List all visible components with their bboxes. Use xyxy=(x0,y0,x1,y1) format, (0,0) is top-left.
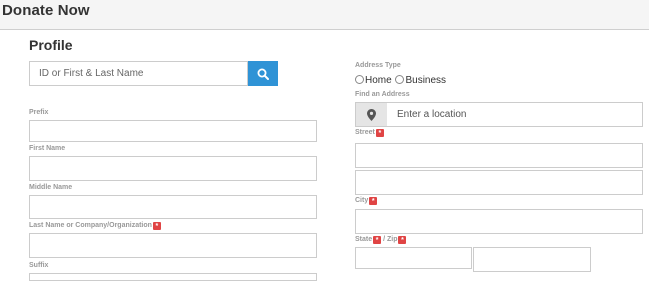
required-indicator: * xyxy=(373,236,382,244)
required-indicator: * xyxy=(398,236,407,244)
street-label-row: Street * xyxy=(355,129,384,137)
first-name-label: First Name xyxy=(29,145,66,152)
suffix-field[interactable] xyxy=(29,273,317,281)
location-input[interactable] xyxy=(388,103,647,126)
find-address-label: Find an Address xyxy=(355,91,410,98)
prefix-label: Prefix xyxy=(29,109,49,116)
address-type-options: Home Business xyxy=(355,75,446,86)
business-radio[interactable] xyxy=(395,75,405,84)
city-label: City xyxy=(355,197,369,204)
page-title: Donate Now xyxy=(2,2,90,19)
state-zip-label-row: State * / Zip * xyxy=(355,236,407,244)
top-bar: Donate Now xyxy=(0,0,649,30)
home-radio[interactable] xyxy=(355,75,364,84)
state-label: State xyxy=(355,236,373,243)
required-indicator: * xyxy=(152,222,161,230)
profile-section-title: Profile xyxy=(29,37,73,53)
street-line-1-field[interactable] xyxy=(355,143,643,168)
location-search-group xyxy=(355,102,647,127)
business-option-label: Business xyxy=(405,75,447,86)
zip-label: Zip xyxy=(386,236,398,243)
prefix-field[interactable] xyxy=(29,120,317,142)
city-label-row: City * xyxy=(355,197,378,205)
street-line-2-field[interactable] xyxy=(355,170,643,195)
location-addon xyxy=(356,103,387,126)
city-field[interactable] xyxy=(355,209,643,234)
search-icon xyxy=(257,68,269,80)
street-label: Street xyxy=(355,129,375,136)
required-indicator: * xyxy=(375,129,384,137)
required-indicator: * xyxy=(369,197,378,205)
home-option-label: Home xyxy=(365,75,392,86)
suffix-label: Suffix xyxy=(29,262,49,269)
map-pin-icon xyxy=(367,109,376,121)
middle-name-field[interactable] xyxy=(29,195,317,219)
state-zip-separator: / xyxy=(383,236,386,243)
profile-search-input[interactable] xyxy=(29,61,248,86)
last-name-label: Last Name or Company/Organization xyxy=(29,222,152,229)
last-name-label-row: Last Name or Company/Organization * xyxy=(29,222,161,230)
search-button[interactable] xyxy=(248,61,278,86)
zip-field[interactable] xyxy=(473,247,591,272)
first-name-field[interactable] xyxy=(29,156,317,181)
address-type-label: Address Type xyxy=(355,62,401,69)
middle-name-label: Middle Name xyxy=(29,184,73,191)
state-field[interactable] xyxy=(355,247,472,269)
last-name-field[interactable] xyxy=(29,233,317,258)
